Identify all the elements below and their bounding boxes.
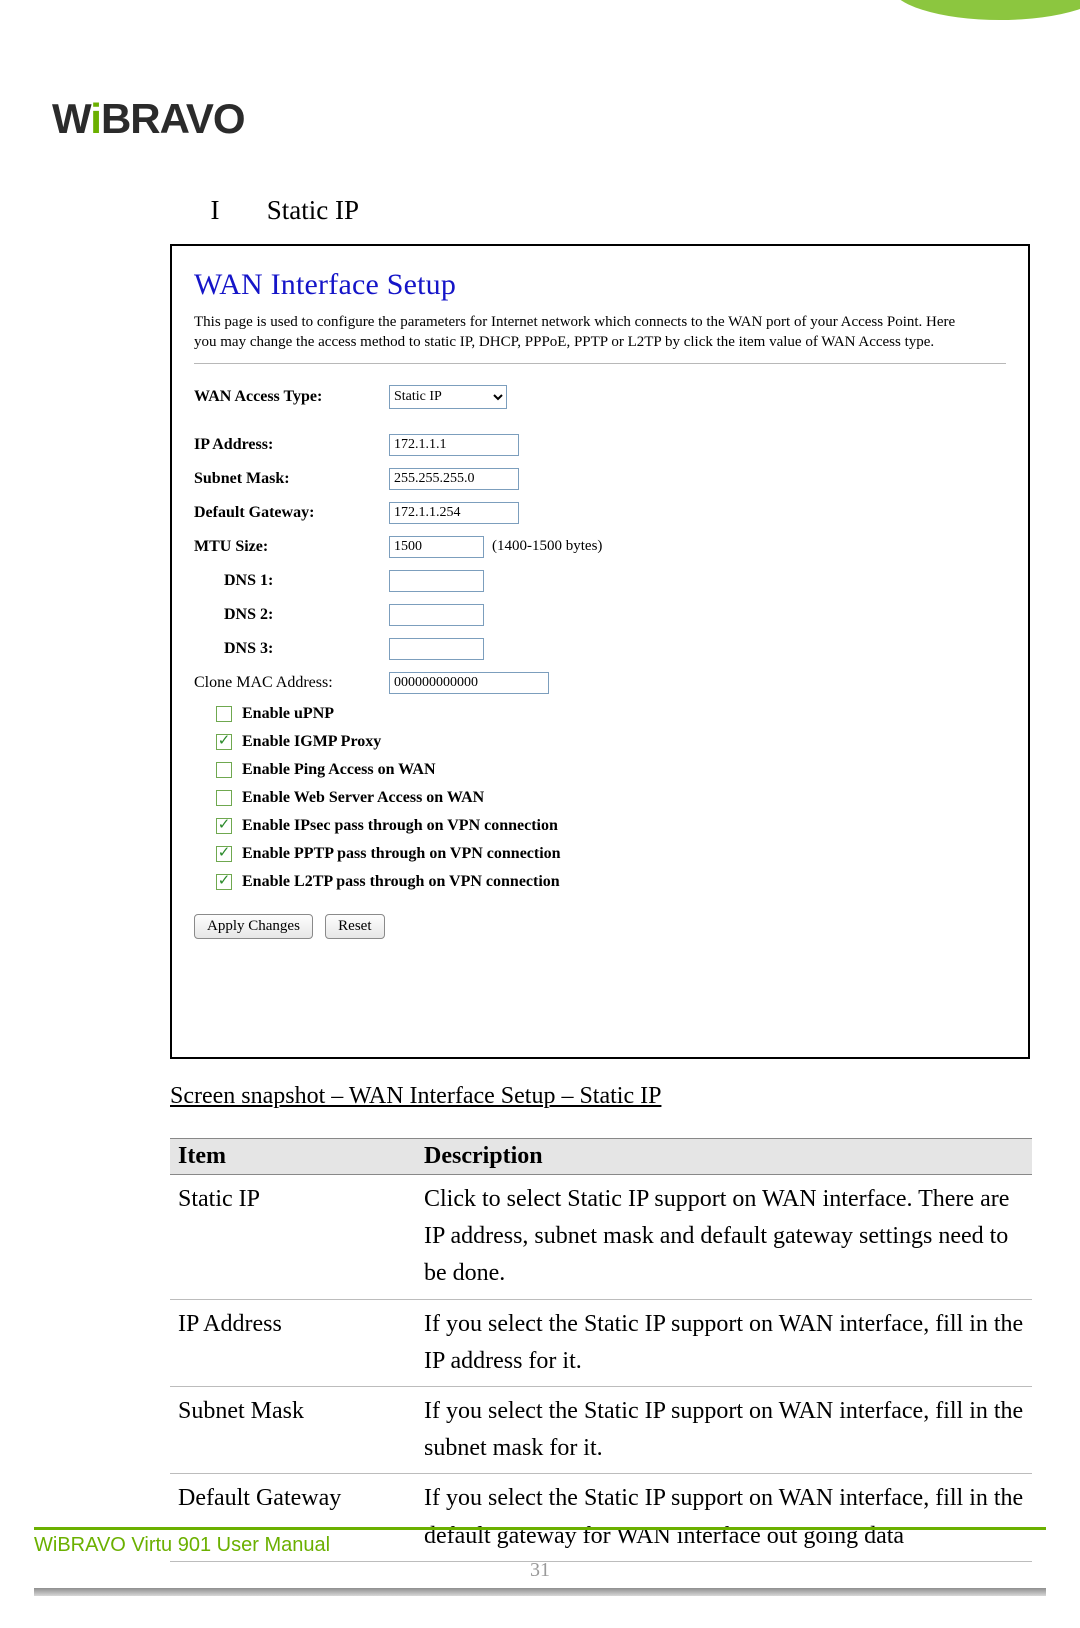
header-ornament [660,0,1080,30]
table-row: Subnet MaskIf you select the Static IP s… [170,1386,1032,1473]
checkbox-row: ✓ Enable L2TP pass through on VPN connect… [194,868,1006,896]
dns3-input[interactable] [389,638,484,660]
checkbox[interactable]: ✓ [216,874,232,890]
dns1-input[interactable] [389,570,484,592]
description-cell: If you select the Static IP support on W… [416,1386,1032,1473]
subnet-mask-input[interactable] [389,468,519,490]
page-footer: WiBRAVO Virtu 901 User Manual 31 [34,1527,1046,1596]
description-cell: Click to select Static IP support on WAN… [416,1175,1032,1300]
checkbox-row: Enable Ping Access on WAN [194,756,1006,784]
checkbox-label: Enable IPsec pass through on VPN connect… [242,817,558,835]
checkbox[interactable] [216,706,232,722]
checkbox-row: ✓ Enable PPTP pass through on VPN connect… [194,840,1006,868]
brand-logo: WiBRAVO [52,95,245,143]
wan-access-type-select[interactable]: Static IP [389,385,507,409]
checkbox-row: Enable uPNP [194,700,1006,728]
checkbox[interactable]: ✓ [216,818,232,834]
checkbox-row: ✓ Enable IGMP Proxy [194,728,1006,756]
dns1-label: DNS 1: [194,572,389,590]
checkbox-label: Enable Ping Access on WAN [242,761,436,779]
description-table: Item Description Static IPClick to selec… [170,1138,1032,1562]
section-roman: I [170,195,260,226]
default-gateway-input[interactable] [389,502,519,524]
table-row: IP AddressIf you select the Static IP su… [170,1299,1032,1386]
wan-access-type-label: WAN Access Type: [194,388,389,406]
divider [194,363,1006,364]
reset-button[interactable]: Reset [325,914,384,939]
checkbox[interactable]: ✓ [216,846,232,862]
dns2-label: DNS 2: [194,606,389,624]
checkbox-row: ✓ Enable IPsec pass through on VPN connec… [194,812,1006,840]
clone-mac-input[interactable] [389,672,549,694]
page-number: 31 [34,1559,1046,1582]
checkbox-label: Enable L2TP pass through on VPN connecti… [242,873,560,891]
screenshot-caption: Screen snapshot – WAN Interface Setup – … [170,1083,1030,1110]
ip-address-label: IP Address: [194,436,389,454]
mtu-size-input[interactable] [389,536,484,558]
default-gateway-label: Default Gateway: [194,504,389,522]
apply-changes-button[interactable]: Apply Changes [194,914,313,939]
panel-title: WAN Interface Setup [194,268,1006,302]
item-cell: Static IP [170,1175,416,1300]
section-title: Static IP [267,195,359,225]
dns3-label: DNS 3: [194,640,389,658]
col-description: Description [416,1139,1032,1175]
checkbox-label: Enable IGMP Proxy [242,733,381,751]
dns2-input[interactable] [389,604,484,626]
manual-title: WiBRAVO Virtu 901 User Manual [34,1534,1046,1557]
col-item: Item [170,1139,416,1175]
checkbox-label: Enable Web Server Access on WAN [242,789,484,807]
checkbox[interactable]: ✓ [216,734,232,750]
subnet-mask-label: Subnet Mask: [194,470,389,488]
clone-mac-label: Clone MAC Address: [194,674,389,692]
checkbox-row: Enable Web Server Access on WAN [194,784,1006,812]
item-cell: Subnet Mask [170,1386,416,1473]
mtu-hint: (1400-1500 bytes) [492,538,602,555]
item-cell: IP Address [170,1299,416,1386]
panel-description: This page is used to configure the param… [194,312,974,353]
ip-address-input[interactable] [389,434,519,456]
checkbox-label: Enable uPNP [242,705,334,723]
description-cell: If you select the Static IP support on W… [416,1299,1032,1386]
embedded-screenshot: WAN Interface Setup This page is used to… [170,244,1030,1059]
checkbox-label: Enable PPTP pass through on VPN connecti… [242,845,561,863]
mtu-size-label: MTU Size: [194,538,389,556]
checkbox[interactable] [216,762,232,778]
checkbox[interactable] [216,790,232,806]
section-heading: I Static IP [170,195,1030,226]
table-row: Static IPClick to select Static IP suppo… [170,1175,1032,1300]
